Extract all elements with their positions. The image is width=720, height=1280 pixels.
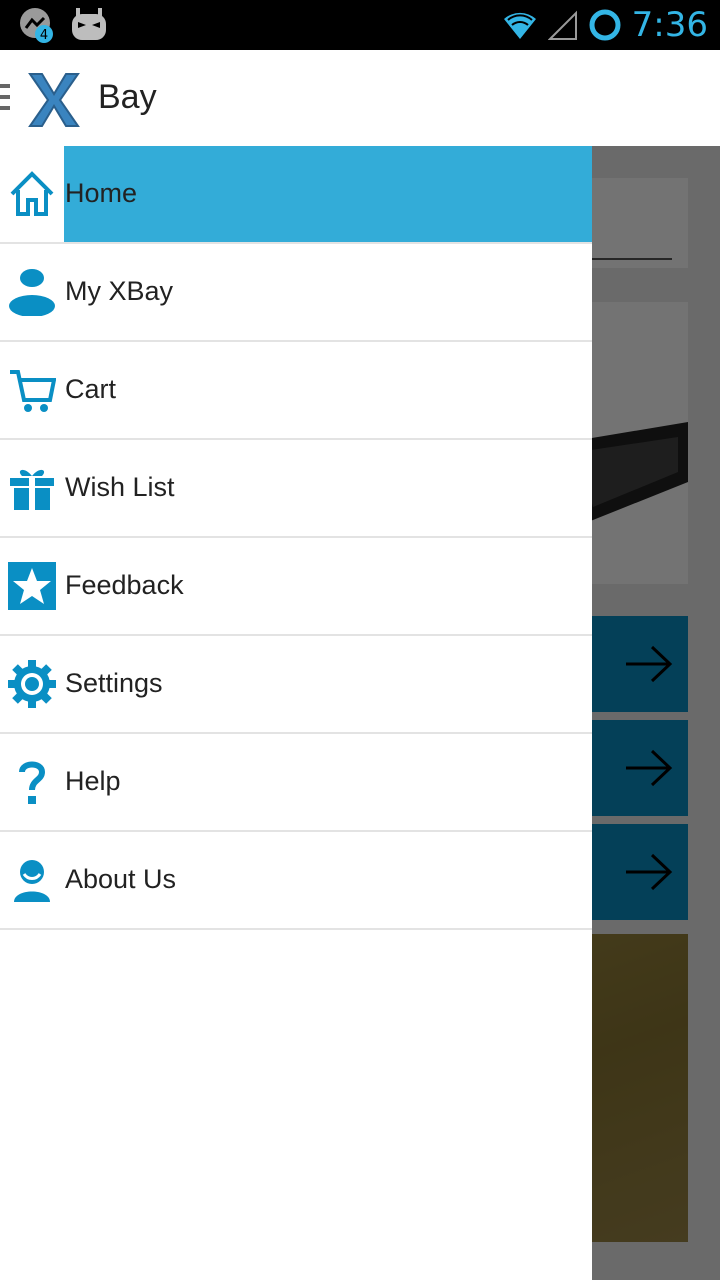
drawer-item-home[interactable]: Home (0, 146, 592, 244)
hamburger-icon[interactable] (0, 84, 10, 117)
drawer-item-label: My XBay (65, 276, 174, 306)
drawer-item-label: Help (65, 766, 121, 796)
app-logo[interactable] (28, 72, 80, 128)
drawer-item-my-xbay[interactable]: My XBay (0, 244, 592, 342)
cyanogen-mascot-icon (72, 8, 106, 40)
sync-circle-icon (589, 9, 621, 41)
drawer-item-label: Settings (65, 668, 163, 698)
drawer-item-label: Home (65, 178, 138, 208)
drawer-item-about-us[interactable]: About Us (0, 832, 592, 930)
status-bar: 4 7:36 (0, 0, 720, 50)
signal-icon (547, 10, 577, 40)
person-icon (14, 860, 50, 902)
drawer-item-label: Cart (65, 374, 117, 404)
selected-highlight (64, 146, 592, 242)
notification-badge: 4 (40, 28, 48, 43)
user-icon (9, 269, 55, 316)
drawer-item-help[interactable]: Help (0, 734, 592, 832)
navigation-drawer: Home My XBay Cart Wish List Feedback Set… (0, 146, 592, 1280)
question-icon (19, 761, 46, 804)
drawer-item-cart[interactable]: Cart (0, 342, 592, 440)
action-bar: Bay (0, 50, 720, 146)
app-title: Bay (98, 78, 157, 116)
drawer-item-feedback[interactable]: Feedback (0, 538, 592, 636)
messenger-icon: 4 (20, 8, 53, 43)
cart-icon (10, 370, 56, 412)
drawer-item-label: Wish List (65, 472, 175, 502)
drawer-item-label: About Us (65, 864, 177, 894)
drawer-item-label: Feedback (65, 570, 184, 600)
clock: 7:36 (631, 5, 708, 45)
gear-icon (8, 660, 56, 708)
wifi-icon (503, 12, 536, 39)
drawer-item-wish-list[interactable]: Wish List (0, 440, 592, 538)
home-icon (10, 171, 54, 216)
star-icon (8, 562, 56, 610)
gift-icon (10, 469, 54, 510)
drawer-item-settings[interactable]: Settings (0, 636, 592, 734)
